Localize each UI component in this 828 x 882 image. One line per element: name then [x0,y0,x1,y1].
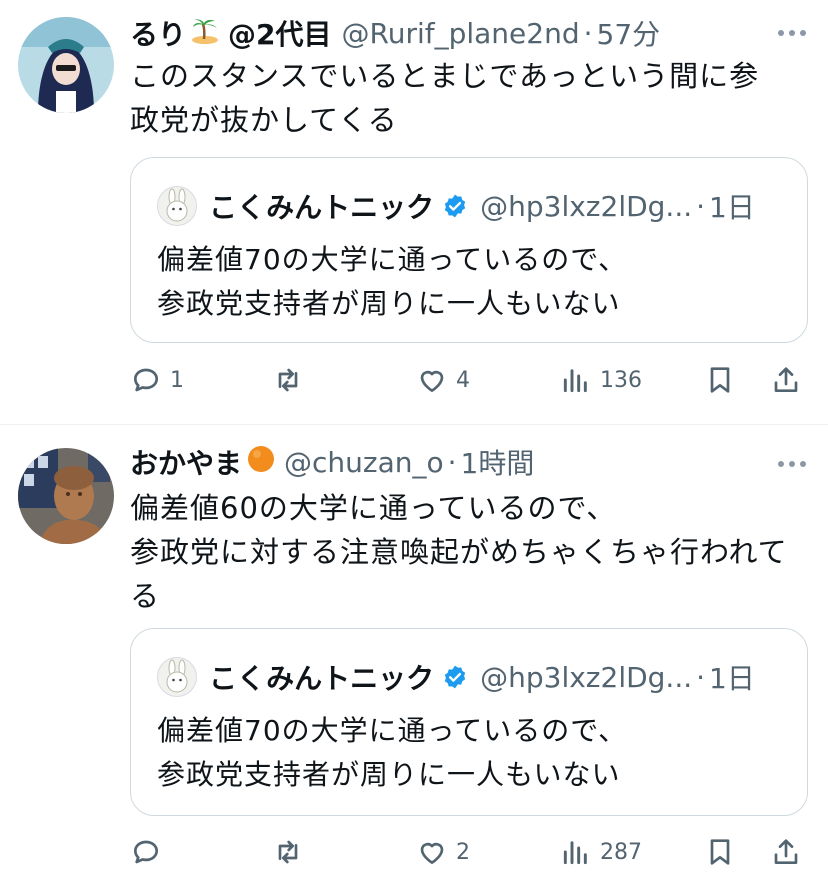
quote-user-handle: @hp3lxz2lDg... [480,660,693,694]
quote-text: 偏差値70の大学に通っているので、 参政党支持者が周りに一人もいない [157,238,787,326]
tweet-actions: 1 4 136 [130,358,810,402]
views-icon [563,841,587,865]
reply-count: 1 [170,367,184,393]
share-button[interactable] [770,358,802,402]
views-button[interactable]: 136 [560,358,642,402]
display-name[interactable]: おかやま [130,442,242,482]
quote-text-line: 参政党支持者が周りに一人もいない [157,287,621,320]
retweet-button[interactable] [272,830,312,874]
verified-badge-icon [444,665,466,689]
quote-user-handle: @hp3lxz2lDg... [480,189,693,223]
quote-avatar [157,657,197,697]
like-button[interactable]: 2 [416,830,470,874]
retweet-icon [278,368,298,392]
separator-dot: · [583,16,593,50]
quote-text-line: 偏差値70の大学に通っているので、 [157,714,628,747]
tweet-text: 偏差値60の大学に通っているので、 参政党に対する注意喚起がめちゃくちゃ行われて… [130,486,804,618]
tweet-divider [0,424,828,425]
quote-avatar [157,186,197,226]
quote-timestamp: 1日 [709,191,755,224]
tweet-text-line: る [130,579,161,613]
share-icon [774,367,798,392]
tweet-header: おかやま @chuzan_o · 1時間 [130,442,808,482]
quote-text: 偏差値70の大学に通っているので、 参政党支持者が周りに一人もいない [157,709,787,797]
island-emoji-icon [190,15,220,52]
tweet[interactable]: るり @2代目 @Rurif_plane2nd · 57分 このスタンスでいると… [0,0,828,420]
like-count: 4 [456,367,470,393]
retweet-icon [278,840,298,864]
timestamp[interactable]: 57分 [597,13,661,53]
like-count: 2 [456,839,470,865]
quote-timestamp: 1日 [709,662,755,695]
heart-icon [420,370,444,392]
quote-header: こくみんトニック @hp3lxz2lDg... · 1日 [157,184,785,228]
reply-button[interactable] [130,830,170,874]
tweet-actions: 2 287 [130,830,810,874]
like-button[interactable]: 4 [416,358,470,402]
timestamp[interactable]: 1時間 [461,442,535,482]
reply-button[interactable]: 1 [130,358,184,402]
bookmark-icon [710,367,730,393]
tweet-text-line: このスタンスでいるとまじであっという間に参 [130,59,760,93]
more-dots-icon[interactable] [778,460,806,468]
quote-display-name: こくみんトニック [209,191,435,224]
bookmark-button[interactable] [704,358,736,402]
separator-dot: · [696,660,706,694]
user-handle[interactable]: @Rurif_plane2nd [342,17,580,50]
reply-icon [134,840,158,864]
retweet-button[interactable] [272,358,312,402]
reply-icon [134,368,158,392]
heart-icon [420,842,444,864]
quote-text-line: 参政党支持者が周りに一人もいない [157,758,621,791]
more-dots-icon[interactable] [778,29,806,37]
bookmark-icon [710,839,730,865]
avatar[interactable] [18,448,114,544]
quoted-tweet[interactable]: こくみんトニック @hp3lxz2lDg... · 1日 偏差値70の大学に通っ… [130,157,808,343]
verified-badge-icon [444,194,466,218]
tweet-text-line: 政党が抜かしてくる [130,103,398,137]
separator-dot: · [696,189,706,223]
tweet-header: るり @2代目 @Rurif_plane2nd · 57分 [130,13,808,53]
views-button[interactable]: 287 [560,830,642,874]
bookmark-button[interactable] [704,830,736,874]
quote-text-line: 偏差値70の大学に通っているので、 [157,243,628,276]
orange-circle-emoji-icon [246,444,276,481]
avatar[interactable] [18,17,114,113]
views-icon [563,369,587,393]
user-handle[interactable]: @chuzan_o [284,446,444,479]
share-button[interactable] [770,830,802,874]
display-name-suffix[interactable]: @2代目 [228,13,331,53]
tweet[interactable]: おかやま @chuzan_o · 1時間 偏差値60の大学に通っているので、 参… [0,426,828,882]
separator-dot: · [447,445,457,479]
share-icon [774,839,798,864]
tweet-text: このスタンスでいるとまじであっという間に参 政党が抜かしてくる [130,54,804,142]
display-name[interactable]: るり [130,13,186,53]
views-count: 287 [600,839,642,865]
views-count: 136 [600,367,642,393]
quoted-tweet[interactable]: こくみんトニック @hp3lxz2lDg... · 1日 偏差値70の大学に通っ… [130,628,808,816]
tweet-text-line: 偏差値60の大学に通っているので、 [130,491,617,525]
tweet-text-line: 参政党に対する注意喚起がめちゃくちゃ行われて [130,535,788,569]
quote-display-name: こくみんトニック [209,662,435,695]
quote-header: こくみんトニック @hp3lxz2lDg... · 1日 [157,655,785,699]
